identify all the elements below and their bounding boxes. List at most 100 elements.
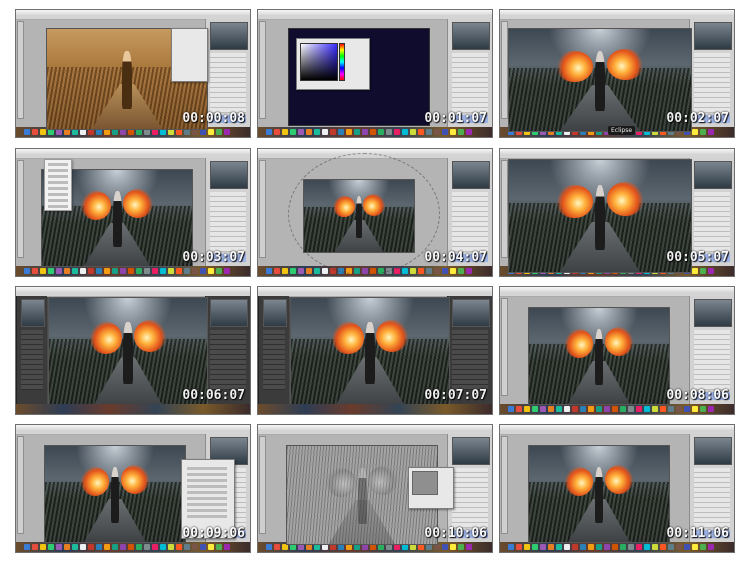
dock-app-icon[interactable] xyxy=(112,544,118,550)
adjustment-list[interactable] xyxy=(263,330,285,390)
dock-app-icon[interactable] xyxy=(128,268,134,274)
dock-app-icon[interactable] xyxy=(370,129,376,135)
dock-app-icon[interactable] xyxy=(274,544,280,550)
dock-app-icon[interactable] xyxy=(700,268,706,274)
dock-app-icon[interactable] xyxy=(322,129,328,135)
dock-app-icon[interactable] xyxy=(458,129,464,135)
dock-app-icon[interactable] xyxy=(708,129,714,135)
dock-app-icon[interactable] xyxy=(466,268,472,274)
tools-panel[interactable] xyxy=(17,160,24,258)
dock-app-icon[interactable] xyxy=(434,268,440,274)
menu-item[interactable] xyxy=(48,187,68,190)
dock-app-icon[interactable] xyxy=(604,544,610,550)
dock-app-icon[interactable] xyxy=(72,544,78,550)
dock-app-icon[interactable] xyxy=(298,268,304,274)
tools-panel[interactable] xyxy=(501,160,508,258)
dock-app-icon[interactable] xyxy=(660,406,666,412)
dock-app-icon[interactable] xyxy=(418,129,424,135)
dock-app-icon[interactable] xyxy=(306,129,312,135)
dock-app-icon[interactable] xyxy=(548,406,554,412)
dock-app-icon[interactable] xyxy=(426,268,432,274)
dock-app-icon[interactable] xyxy=(176,268,182,274)
dock-app-icon[interactable] xyxy=(596,406,602,412)
dock-app-icon[interactable] xyxy=(556,406,562,412)
high-pass-dialog[interactable] xyxy=(408,467,454,509)
left-panels[interactable] xyxy=(16,296,47,404)
layers-list[interactable] xyxy=(694,53,730,113)
dock-app-icon[interactable] xyxy=(208,544,214,550)
dock-app-icon[interactable] xyxy=(660,544,666,550)
dock-app-icon[interactable] xyxy=(160,544,166,550)
dock-app-icon[interactable] xyxy=(176,544,182,550)
dock-app-icon[interactable] xyxy=(104,268,110,274)
dock-app-icon[interactable] xyxy=(402,268,408,274)
dock-app-icon[interactable] xyxy=(208,129,214,135)
mac-dock[interactable] xyxy=(16,404,250,414)
dock-app-icon[interactable] xyxy=(56,544,62,550)
dock-app-icon[interactable] xyxy=(644,406,650,412)
adjustment-panel[interactable] xyxy=(171,28,208,82)
dock-app-icon[interactable] xyxy=(314,268,320,274)
dock-app-icon[interactable] xyxy=(282,268,288,274)
dock-app-icon[interactable] xyxy=(224,544,230,550)
dock-app-icon[interactable] xyxy=(596,544,602,550)
dock-app-icon[interactable] xyxy=(540,544,546,550)
dock-app-icon[interactable] xyxy=(24,544,30,550)
dock-app-icon[interactable] xyxy=(282,129,288,135)
dock-app-icon[interactable] xyxy=(612,544,618,550)
dock-app-icon[interactable] xyxy=(224,129,230,135)
dock-app-icon[interactable] xyxy=(274,129,280,135)
dock-app-icon[interactable] xyxy=(652,544,658,550)
dock-app-icon[interactable] xyxy=(524,544,530,550)
dock-app-icon[interactable] xyxy=(394,129,400,135)
layers-list[interactable] xyxy=(452,192,488,252)
dock-app-icon[interactable] xyxy=(532,544,538,550)
dock-app-icon[interactable] xyxy=(200,544,206,550)
dock-app-icon[interactable] xyxy=(290,268,296,274)
dock-app-icon[interactable] xyxy=(700,129,706,135)
dock-app-icon[interactable] xyxy=(80,544,86,550)
dock-app-icon[interactable] xyxy=(466,544,472,550)
layers-list[interactable] xyxy=(694,468,730,528)
dock-app-icon[interactable] xyxy=(120,544,126,550)
dropdown-menu[interactable] xyxy=(44,159,72,211)
dock-app-icon[interactable] xyxy=(266,268,272,274)
dock-app-icon[interactable] xyxy=(346,129,352,135)
dock-app-icon[interactable] xyxy=(338,129,344,135)
dock-app-icon[interactable] xyxy=(652,406,658,412)
dock-app-icon[interactable] xyxy=(442,268,448,274)
dock-app-icon[interactable] xyxy=(418,268,424,274)
dock-app-icon[interactable] xyxy=(208,268,214,274)
dock-app-icon[interactable] xyxy=(24,129,30,135)
tools-panel[interactable] xyxy=(259,160,266,258)
dock-app-icon[interactable] xyxy=(40,544,46,550)
dock-app-icon[interactable] xyxy=(354,129,360,135)
dock-app-icon[interactable] xyxy=(128,544,134,550)
dock-app-icon[interactable] xyxy=(224,268,230,274)
dock-app-icon[interactable] xyxy=(72,268,78,274)
dock-app-icon[interactable] xyxy=(668,406,674,412)
settings-row[interactable] xyxy=(187,473,227,476)
dock-app-icon[interactable] xyxy=(112,268,118,274)
dock-app-icon[interactable] xyxy=(588,406,594,412)
dock-app-icon[interactable] xyxy=(64,544,70,550)
dock-app-icon[interactable] xyxy=(644,544,650,550)
adjustment-list[interactable] xyxy=(21,330,43,390)
dock-app-icon[interactable] xyxy=(708,406,714,412)
dock-app-icon[interactable] xyxy=(184,268,190,274)
dock-app-icon[interactable] xyxy=(692,406,698,412)
dock-app-icon[interactable] xyxy=(362,129,368,135)
menu-item[interactable] xyxy=(48,181,68,184)
dock-app-icon[interactable] xyxy=(612,406,618,412)
mac-dock[interactable] xyxy=(500,404,734,414)
settings-row[interactable] xyxy=(187,491,227,494)
dock-app-icon[interactable] xyxy=(314,129,320,135)
dock-app-icon[interactable] xyxy=(434,129,440,135)
dock-app-icon[interactable] xyxy=(580,406,586,412)
dock-app-icon[interactable] xyxy=(508,406,514,412)
dock-app-icon[interactable] xyxy=(32,129,38,135)
mac-dock[interactable] xyxy=(16,542,250,552)
dock-app-icon[interactable] xyxy=(168,544,174,550)
menu-item[interactable] xyxy=(48,205,68,208)
dock-app-icon[interactable] xyxy=(532,406,538,412)
